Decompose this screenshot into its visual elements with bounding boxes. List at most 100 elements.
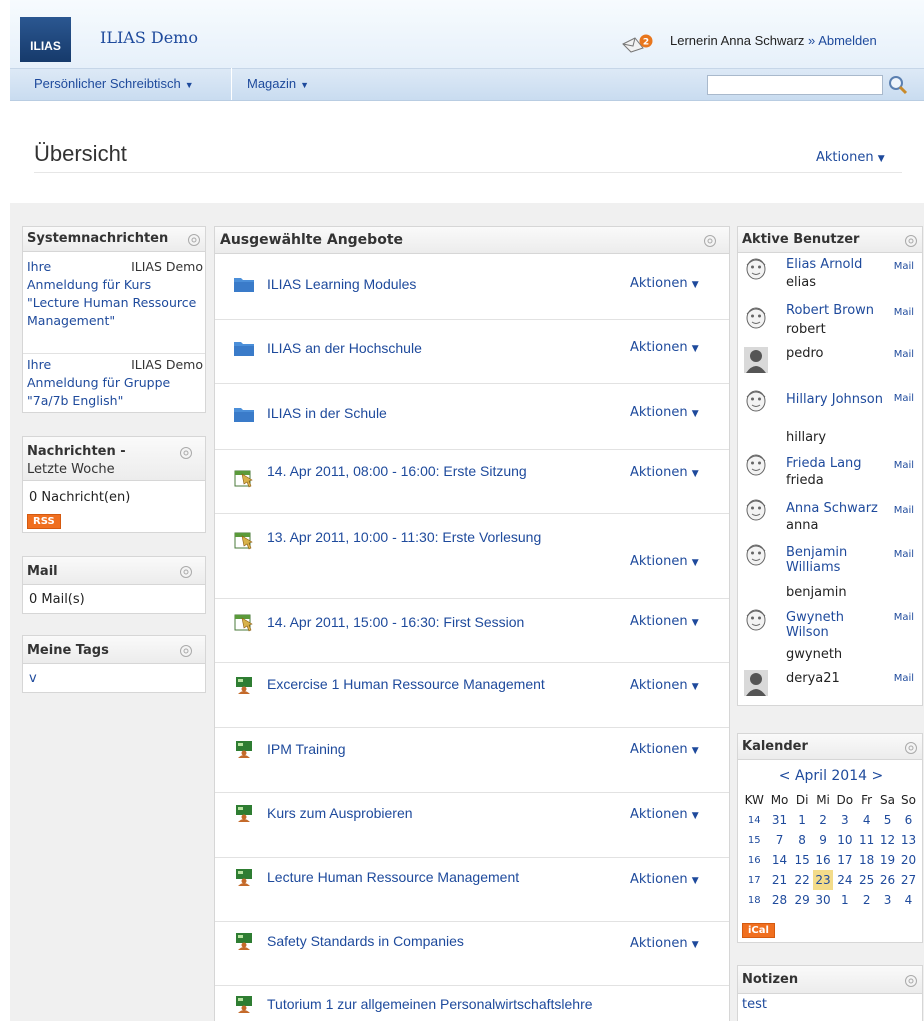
calendar-day[interactable]: 19 xyxy=(877,850,898,870)
user-name-link[interactable]: Frieda Lang xyxy=(786,456,886,471)
ical-button[interactable]: iCal xyxy=(742,923,775,938)
site-title[interactable]: ILIAS Demo xyxy=(100,28,198,47)
gear-icon[interactable] xyxy=(187,233,201,247)
gear-icon[interactable] xyxy=(179,446,193,460)
calendar-next-month[interactable]: > xyxy=(871,768,883,784)
calendar-day[interactable]: 15 xyxy=(792,850,813,870)
offer-actions-dropdown[interactable]: Aktionen ▼ xyxy=(630,807,699,822)
offer-link[interactable]: 14. Apr 2011, 08:00 - 16:00: Erste Sitzu… xyxy=(267,463,527,479)
calendar-day[interactable]: 31 xyxy=(767,810,791,830)
message-text[interactable]: Anmeldung für Kurs "Lecture Human Ressou… xyxy=(27,276,203,330)
user-name-link[interactable]: Elias Arnold xyxy=(786,257,886,272)
calendar-day[interactable]: 2 xyxy=(813,810,834,830)
user-name-link[interactable]: Gwyneth Wilson xyxy=(786,610,886,640)
offer-actions-dropdown[interactable]: Aktionen ▼ xyxy=(630,554,699,569)
calendar-day[interactable]: 3 xyxy=(833,810,856,830)
calendar-day[interactable]: 30 xyxy=(813,890,834,910)
user-mail-link[interactable]: Mail xyxy=(894,307,914,318)
offer-link[interactable]: Lecture Human Ressource Management xyxy=(267,869,519,885)
gear-icon[interactable] xyxy=(703,234,717,248)
note-item[interactable]: test xyxy=(742,997,767,1012)
search-icon[interactable] xyxy=(885,73,911,97)
offer-link[interactable]: Tutorium 1 zur allgemeinen Personalwirts… xyxy=(267,996,593,1012)
calendar-day[interactable]: 23 xyxy=(812,870,834,890)
calendar-day[interactable]: 10 xyxy=(833,830,856,850)
calendar-day[interactable]: 21 xyxy=(767,870,791,890)
offer-link[interactable]: 14. Apr 2011, 15:00 - 16:30: First Sessi… xyxy=(267,614,524,630)
calendar-day[interactable]: 14 xyxy=(767,850,791,870)
calendar-day[interactable]: 25 xyxy=(856,870,877,890)
offer-actions-dropdown[interactable]: Aktionen ▼ xyxy=(630,465,699,480)
user-mail-link[interactable]: Mail xyxy=(894,673,914,684)
offer-link[interactable]: 13. Apr 2011, 10:00 - 11:30: Erste Vorle… xyxy=(267,529,541,545)
calendar-day[interactable]: 28 xyxy=(767,890,791,910)
calendar-day[interactable]: 18 xyxy=(856,850,877,870)
user-mail-link[interactable]: Mail xyxy=(894,349,914,360)
gear-icon[interactable] xyxy=(904,234,918,248)
calendar-day[interactable]: 16 xyxy=(813,850,834,870)
menu-repository[interactable]: Magazin ▼ xyxy=(247,76,309,91)
calendar-day[interactable]: 4 xyxy=(898,890,919,910)
calendar-day[interactable]: 27 xyxy=(898,870,919,890)
calendar-day[interactable]: 2 xyxy=(856,890,877,910)
mail-envelope-icon[interactable]: 2 xyxy=(621,34,657,54)
user-mail-link[interactable]: Mail xyxy=(894,505,914,516)
offer-actions-dropdown[interactable]: Aktionen ▼ xyxy=(630,678,699,693)
user-name-link[interactable]: Benjamin Williams xyxy=(786,545,886,575)
logout-link[interactable]: Abmelden xyxy=(818,33,877,48)
calendar-day[interactable]: 24 xyxy=(833,870,856,890)
offer-actions-dropdown[interactable]: Aktionen ▼ xyxy=(630,742,699,757)
calendar-day[interactable]: 7 xyxy=(767,830,791,850)
user-mail-link[interactable]: Mail xyxy=(894,612,914,623)
gear-icon[interactable] xyxy=(179,565,193,579)
message-text[interactable]: Anmeldung für Gruppe "7a/7b English" xyxy=(27,374,203,410)
calendar-day[interactable]: 3 xyxy=(877,890,898,910)
offer-link[interactable]: Excercise 1 Human Ressource Management xyxy=(267,676,545,692)
ilias-logo[interactable]: ILIAS xyxy=(20,17,71,62)
menu-personal-desktop[interactable]: Persönlicher Schreibtisch ▼ xyxy=(34,76,194,91)
rss-button[interactable]: RSS xyxy=(27,514,61,529)
calendar-day[interactable]: 22 xyxy=(792,870,813,890)
calendar-prev-month[interactable]: < xyxy=(779,768,791,784)
user-mail-link[interactable]: Mail xyxy=(894,549,914,560)
offer-actions-dropdown[interactable]: Aktionen ▼ xyxy=(630,276,699,291)
list-item[interactable]: Ihre ILIAS Demo Anmeldung für Gruppe "7a/… xyxy=(27,356,203,410)
user-name-link[interactable]: Hillary Johnson xyxy=(786,392,886,407)
list-item[interactable]: Ihre ILIAS Demo Anmeldung für Kurs "Lectu… xyxy=(27,258,203,330)
calendar-day[interactable]: 1 xyxy=(833,890,856,910)
gear-icon[interactable] xyxy=(904,741,918,755)
offer-link[interactable]: ILIAS Learning Modules xyxy=(267,276,416,292)
offer-link[interactable]: IPM Training xyxy=(267,741,346,757)
user-mail-link[interactable]: Mail xyxy=(894,393,914,404)
offer-link[interactable]: Kurs zum Ausprobieren xyxy=(267,805,413,821)
offer-actions-dropdown[interactable]: Aktionen ▼ xyxy=(630,405,699,420)
user-mail-link[interactable]: Mail xyxy=(894,460,914,471)
offer-actions-dropdown[interactable]: Aktionen ▼ xyxy=(630,614,699,629)
calendar-day[interactable]: 6 xyxy=(898,810,919,830)
calendar-day[interactable]: 29 xyxy=(792,890,813,910)
offer-actions-dropdown[interactable]: Aktionen ▼ xyxy=(630,340,699,355)
gear-icon[interactable] xyxy=(904,974,918,988)
search-input[interactable] xyxy=(707,75,883,95)
calendar-day[interactable]: 5 xyxy=(877,810,898,830)
gear-icon[interactable] xyxy=(179,644,193,658)
offer-actions-dropdown[interactable]: Aktionen ▼ xyxy=(630,936,699,951)
calendar-day[interactable]: 12 xyxy=(877,830,898,850)
calendar-day[interactable]: 26 xyxy=(877,870,898,890)
offer-actions-dropdown[interactable]: Aktionen ▼ xyxy=(630,872,699,887)
offer-link[interactable]: Safety Standards in Companies xyxy=(267,933,464,949)
offer-link[interactable]: ILIAS in der Schule xyxy=(267,405,387,421)
user-name-link[interactable]: Anna Schwarz xyxy=(786,501,886,516)
calendar-day[interactable]: 11 xyxy=(856,830,877,850)
calendar-day[interactable]: 9 xyxy=(813,830,834,850)
user-name-link[interactable]: Robert Brown xyxy=(786,303,886,318)
calendar-day[interactable]: 1 xyxy=(792,810,813,830)
calendar-day[interactable]: 20 xyxy=(898,850,919,870)
calendar-day[interactable]: 4 xyxy=(856,810,877,830)
user-mail-link[interactable]: Mail xyxy=(894,261,914,272)
tag-link[interactable]: v xyxy=(29,671,37,686)
calendar-day[interactable]: 13 xyxy=(898,830,919,850)
calendar-day[interactable]: 17 xyxy=(833,850,856,870)
calendar-day[interactable]: 8 xyxy=(792,830,813,850)
offer-link[interactable]: ILIAS an der Hochschule xyxy=(267,340,422,356)
